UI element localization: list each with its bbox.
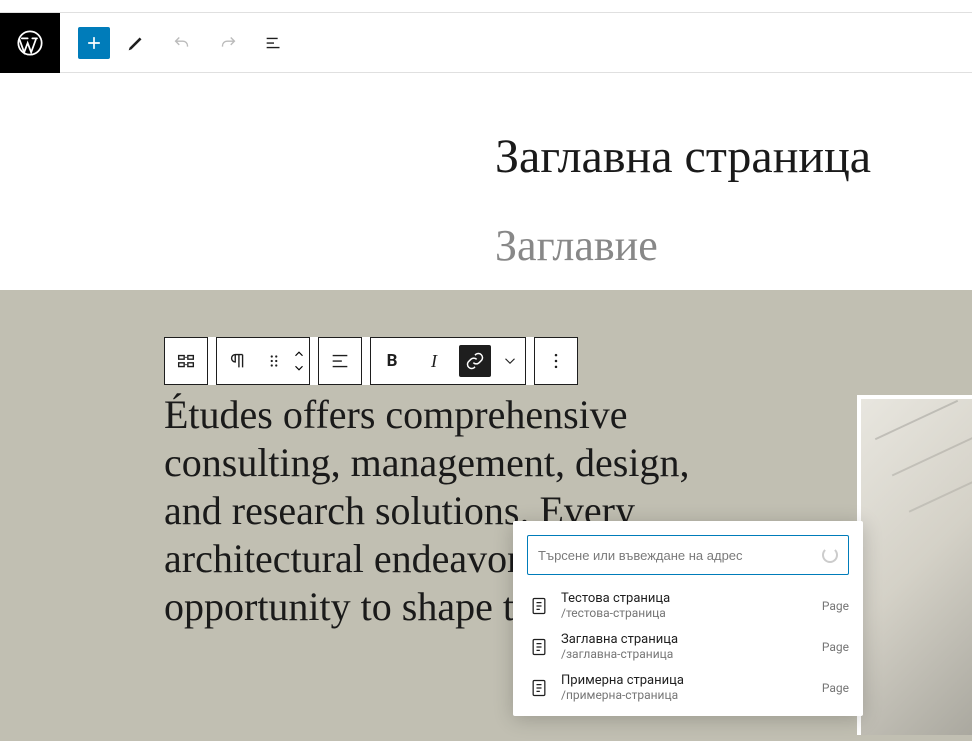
more-vertical-icon bbox=[546, 351, 566, 371]
document-overview-button[interactable] bbox=[254, 23, 294, 63]
group-icon bbox=[175, 350, 197, 372]
link-search-input[interactable] bbox=[538, 536, 822, 574]
align-left-icon bbox=[329, 350, 351, 372]
editor-topbar bbox=[0, 12, 972, 73]
chevron-down-icon bbox=[501, 352, 519, 370]
result-title: Примерна страница bbox=[561, 673, 812, 688]
block-options-button[interactable] bbox=[535, 338, 577, 384]
redo-icon bbox=[217, 32, 239, 54]
result-type: Page bbox=[822, 599, 849, 613]
result-type: Page bbox=[822, 640, 849, 654]
page-icon bbox=[527, 676, 551, 700]
plus-icon bbox=[84, 33, 104, 53]
page-title[interactable]: Заглавна страница bbox=[495, 129, 972, 184]
undo-button[interactable] bbox=[162, 23, 202, 63]
add-block-button[interactable] bbox=[78, 27, 110, 59]
page-icon bbox=[527, 635, 551, 659]
wordpress-icon bbox=[16, 29, 44, 57]
link-button[interactable] bbox=[459, 345, 491, 377]
result-title: Заглавна страница bbox=[561, 632, 812, 647]
bold-button[interactable]: B bbox=[371, 338, 413, 384]
move-down-button[interactable] bbox=[292, 361, 306, 375]
content-image[interactable] bbox=[857, 395, 972, 735]
page-icon bbox=[527, 594, 551, 618]
wp-logo-button[interactable] bbox=[0, 13, 60, 73]
link-icon bbox=[465, 351, 485, 371]
tools-button[interactable] bbox=[116, 23, 156, 63]
undo-icon bbox=[171, 32, 193, 54]
link-result-item[interactable]: Заглавна страница /заглавна-страница Pag… bbox=[513, 626, 863, 667]
italic-button[interactable]: I bbox=[413, 338, 455, 384]
block-toolbar: B I bbox=[164, 337, 578, 385]
redo-button[interactable] bbox=[208, 23, 248, 63]
move-up-button[interactable] bbox=[292, 347, 306, 361]
block-type-button[interactable] bbox=[165, 338, 207, 384]
canvas-header-area: Заглавна страница Заглавие bbox=[0, 73, 972, 290]
align-button[interactable] bbox=[319, 338, 361, 384]
result-slug: /примерна-страница bbox=[561, 688, 812, 702]
paragraph-icon bbox=[227, 350, 249, 372]
chevron-up-icon bbox=[292, 347, 306, 361]
paragraph-block-button[interactable] bbox=[217, 338, 259, 384]
result-title: Тестова страница bbox=[561, 591, 812, 606]
link-result-item[interactable]: Тестова страница /тестова-страница Page bbox=[513, 585, 863, 626]
more-formatting-button[interactable] bbox=[495, 338, 525, 384]
drag-icon bbox=[265, 352, 283, 370]
link-result-item[interactable]: Примерна страница /примерна-страница Pag… bbox=[513, 667, 863, 708]
page-subtitle[interactable]: Заглавие bbox=[495, 220, 972, 271]
list-view-icon bbox=[263, 32, 285, 54]
link-search-field-wrapper bbox=[527, 535, 849, 575]
drag-handle[interactable] bbox=[259, 338, 289, 384]
chevron-down-icon bbox=[292, 361, 306, 375]
result-type: Page bbox=[822, 681, 849, 695]
result-slug: /заглавна-страница bbox=[561, 647, 812, 661]
loading-spinner-icon bbox=[822, 547, 838, 563]
result-slug: /тестова-страница bbox=[561, 606, 812, 620]
link-popover: Тестова страница /тестова-страница Page … bbox=[513, 521, 863, 716]
pencil-icon bbox=[125, 32, 147, 54]
